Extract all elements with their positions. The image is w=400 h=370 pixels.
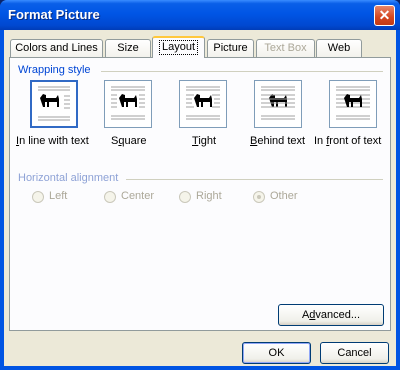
wrap-label-square: Square	[111, 135, 147, 147]
tab-label: Layout	[158, 40, 199, 55]
dialog-title: Format Picture	[8, 7, 100, 22]
wrap-label-front: In front of text	[314, 135, 381, 147]
cancel-button[interactable]: Cancel	[320, 342, 389, 364]
tab-label: Size	[117, 42, 139, 54]
tab-size[interactable]: Size	[105, 39, 151, 57]
tab-colors-and-lines[interactable]: Colors and Lines	[10, 39, 103, 57]
dialog-client: Colors and Lines Size Layout Picture Tex…	[4, 30, 396, 366]
tab-label: Colors and Lines	[15, 42, 98, 54]
dog-inline-icon[interactable]	[30, 80, 78, 128]
radio-circle	[253, 191, 265, 203]
label-text: ront of text	[329, 135, 382, 147]
ok-button[interactable]: OK	[242, 342, 311, 364]
wrap-label-tight: Tight	[192, 135, 216, 147]
radio-label: Right	[196, 190, 222, 202]
wrapping-style-heading: Wrapping style	[18, 64, 91, 76]
dog-front-icon[interactable]	[329, 80, 377, 128]
tab-label: Text Box	[264, 42, 307, 54]
label-text: ehind text	[257, 135, 306, 147]
advanced-button[interactable]: Advanced...	[278, 304, 384, 326]
layout-panel: Wrapping style In line with text Square …	[9, 57, 391, 331]
radio-label: Center	[121, 190, 155, 202]
tab-layout[interactable]: Layout	[152, 36, 205, 58]
label-text: ight	[198, 135, 217, 147]
wrap-label-inline: In line with text	[16, 135, 89, 147]
format-picture-dialog: Format Picture ✕ Colors and Lines Size L…	[0, 0, 400, 370]
dog-square-icon[interactable]	[104, 80, 152, 128]
radio-circle	[104, 191, 116, 203]
radio-circle	[32, 191, 44, 203]
tab-picture[interactable]: Picture	[207, 39, 254, 57]
radio-label: Other	[270, 190, 298, 202]
title-bar[interactable]: Format Picture ✕	[0, 0, 400, 30]
dog-tight-icon[interactable]	[179, 80, 227, 128]
alignment-divider	[126, 179, 383, 180]
label-text: In	[314, 135, 327, 147]
close-icon: ✕	[378, 7, 391, 23]
wrapping-divider	[101, 71, 383, 72]
radio-label: Left	[49, 190, 68, 202]
dog-behind-icon[interactable]	[254, 80, 302, 128]
tab-text-box: Text Box	[256, 39, 315, 57]
tab-label: Picture	[213, 42, 248, 54]
close-button[interactable]: ✕	[374, 5, 395, 26]
tab-web[interactable]: Web	[316, 39, 362, 57]
label-text: n line with text	[19, 135, 89, 147]
label-text: uare	[124, 135, 147, 147]
horizontal-alignment-heading: Horizontal alignment	[18, 172, 119, 184]
radio-circle	[179, 191, 191, 203]
label-text: vanced...	[315, 309, 361, 321]
tab-label: Web	[327, 42, 351, 54]
wrap-label-behind: Behind text	[250, 135, 305, 147]
